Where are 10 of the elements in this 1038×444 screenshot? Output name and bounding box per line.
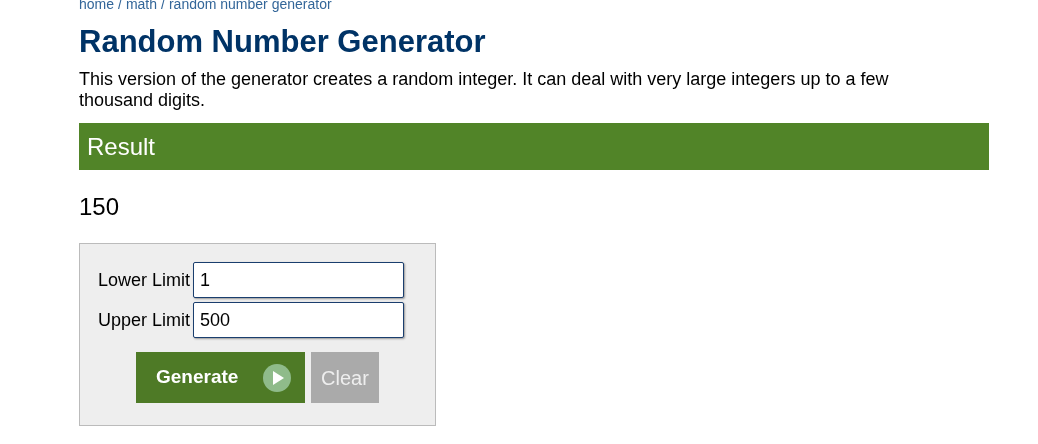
play-icon xyxy=(263,363,291,392)
result-heading: Result xyxy=(87,131,156,162)
field-label: Lower Limit xyxy=(98,268,191,292)
description: This version of the generator creates a random integer. It can deal with very large integers up to a few thousand digits. xyxy=(79,69,890,111)
page-title: Random Number Generator xyxy=(79,24,487,60)
generate-button[interactable]: Generate xyxy=(136,352,305,403)
limit-input[interactable]: 500 xyxy=(193,302,405,338)
result-value: 150 xyxy=(79,192,120,222)
field-label: Upper Limit xyxy=(98,308,191,332)
limit-input[interactable]: 1 xyxy=(193,262,405,298)
